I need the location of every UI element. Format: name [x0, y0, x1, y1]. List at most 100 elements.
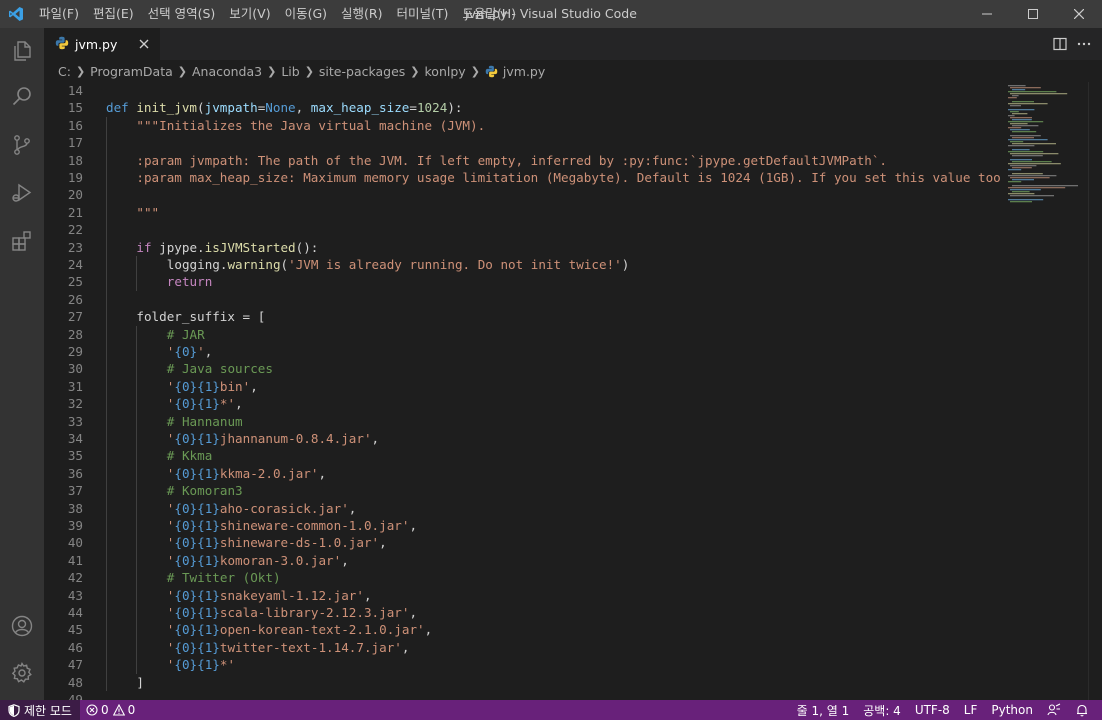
minimap-line	[1008, 139, 1048, 141]
explorer-icon[interactable]	[0, 28, 44, 74]
code-line[interactable]: 14	[44, 82, 1002, 99]
language-mode[interactable]: Python	[984, 700, 1040, 720]
menu-item[interactable]: 보기(V)	[222, 0, 277, 28]
breadcrumb-item[interactable]: jvm.py	[503, 64, 545, 79]
restricted-mode-indicator[interactable]: 제한 모드	[0, 700, 80, 720]
code-line[interactable]: 47 '{0}{1}*'	[44, 656, 1002, 674]
indent-guide	[136, 604, 138, 622]
breadcrumb-item[interactable]: Lib	[281, 64, 299, 79]
code-line[interactable]: 20	[44, 186, 1002, 204]
code-line[interactable]: 26	[44, 290, 1002, 309]
code-line[interactable]: 19:param max_heap_size: Maximum memory u…	[44, 169, 1002, 187]
code-line[interactable]: 41 '{0}{1}komoran-3.0.jar',	[44, 551, 1002, 570]
code-line[interactable]: 48]	[44, 673, 1002, 691]
code-line[interactable]: 29 '{0}',	[44, 343, 1002, 361]
code-token: {0}{1}	[174, 639, 220, 655]
code-line[interactable]: 21 """	[44, 203, 1002, 222]
menu-item[interactable]: 실행(R)	[334, 0, 389, 28]
more-actions-icon[interactable]	[1072, 32, 1096, 56]
code-line[interactable]: 38 '{0}{1}aho-corasick.jar',	[44, 499, 1002, 517]
vertical-scrollbar[interactable]	[1088, 82, 1102, 700]
code-text: # Java sources	[167, 360, 273, 377]
menu-item[interactable]: 선택 영역(S)	[141, 0, 223, 28]
menu-item[interactable]: 도움말(H)	[455, 0, 523, 28]
menu-item[interactable]: 편집(E)	[86, 0, 141, 28]
code-text: '{0}{1}twitter-text-1.14.7.jar',	[167, 639, 410, 656]
minimap-line	[1008, 151, 1044, 153]
cursor-position[interactable]: 줄 1, 열 1	[790, 700, 857, 720]
code-line[interactable]: 39 '{0}{1}shineware-common-1.0.jar',	[44, 517, 1002, 535]
maximize-button[interactable]	[1010, 0, 1056, 28]
code-token: """Initializes the Java virtual machine …	[136, 117, 486, 133]
notifications-bell-icon[interactable]	[1068, 700, 1096, 720]
code-editor[interactable]: 14 15 def init_jvm(jvmpath=None, max_heap_…	[44, 82, 1002, 700]
code-line[interactable]: 33 # Hannanum	[44, 412, 1002, 430]
code-text: """Initializes the Java virtual machine …	[136, 117, 485, 134]
menu-item[interactable]: 이동(G)	[278, 0, 334, 28]
code-line[interactable]: 37 # Komoran3	[44, 482, 1002, 500]
line-number: 26	[67, 291, 83, 307]
source-control-icon[interactable]	[0, 122, 44, 168]
code-line[interactable]: 43 '{0}{1}snakeyaml-1.12.jar',	[44, 586, 1002, 604]
code-text: folder_suffix = [	[136, 308, 265, 325]
code-line[interactable]: 15 def init_jvm(jvmpath = None, max_heap_si…	[44, 99, 1002, 116]
code-token: ,	[424, 622, 433, 638]
code-line[interactable]: 42 # Twitter (Okt)	[44, 569, 1002, 587]
code-line[interactable]: 16 """Initializes the Java virtual machin…	[44, 116, 1002, 135]
code-line[interactable]: 24 logging.warning('JVM is already runnin…	[44, 256, 1002, 274]
code-line[interactable]: 45 '{0}{1}open-korean-text-2.1.0.jar',	[44, 621, 1002, 639]
extensions-icon[interactable]	[0, 218, 44, 264]
problems-indicator[interactable]: 0 0	[80, 700, 141, 720]
code-text: '{0}{1}jhannanum-0.8.4.jar',	[167, 430, 379, 447]
feedback-icon[interactable]	[1040, 700, 1068, 720]
end-of-line[interactable]: LF	[957, 700, 985, 720]
code-text: def init_jvm(jvmpath = None, max_heap_size…	[106, 99, 462, 116]
menu-item[interactable]: 파일(F)	[32, 0, 86, 28]
breadcrumb-item[interactable]: Anaconda3	[192, 64, 262, 79]
code-line[interactable]: 34 '{0}{1}jhannanum-0.8.4.jar',	[44, 430, 1002, 448]
minimize-button[interactable]	[964, 0, 1010, 28]
code-line[interactable]: 36 '{0}{1}kkma-2.0.jar',	[44, 464, 1002, 483]
code-line[interactable]: 17	[44, 134, 1002, 152]
code-text: # Twitter (Okt)	[167, 569, 281, 586]
split-editor-icon[interactable]	[1048, 32, 1072, 56]
minimap-line	[1010, 189, 1041, 191]
menu-item[interactable]: 터미널(T)	[390, 0, 456, 28]
manage-gear-icon[interactable]	[0, 650, 44, 696]
breadcrumb-item[interactable]: site-packages	[319, 64, 405, 79]
code-line[interactable]: 35 # Kkma	[44, 447, 1002, 465]
code-line[interactable]: 49	[44, 691, 1002, 700]
accounts-icon[interactable]	[0, 603, 44, 649]
code-line[interactable]: 44 '{0}{1}scala-library-2.12.3.jar',	[44, 604, 1002, 622]
code-token: ,	[204, 344, 213, 359]
search-icon[interactable]	[0, 74, 44, 120]
code-line[interactable]: 18:param jvmpath: The path of the JVM. I…	[44, 151, 1002, 169]
status-bar: 제한 모드 0 0 줄 1, 열 1 공백: 4 UTF-8 LF Python	[0, 700, 1102, 720]
minimap[interactable]	[1002, 82, 1088, 700]
code-line[interactable]: 23 if jpype.isJVMStarted():	[44, 238, 1002, 256]
code-line[interactable]: 32 '{0}{1}*',	[44, 395, 1002, 413]
code-line[interactable]: 28 # JAR	[44, 325, 1002, 343]
breadcrumb-item[interactable]: konlpy	[425, 64, 466, 79]
line-number: 22	[67, 222, 83, 238]
code-text: logging.warning('JVM is already running.…	[167, 256, 630, 273]
code-line[interactable]: 46 '{0}{1}twitter-text-1.14.7.jar',	[44, 638, 1002, 657]
code-line[interactable]: 40 '{0}{1}shineware-ds-1.0.jar',	[44, 534, 1002, 552]
breadcrumb-item[interactable]: C:	[58, 64, 71, 79]
code-line[interactable]: 30 # Java sources	[44, 360, 1002, 378]
close-window-button[interactable]	[1056, 0, 1102, 28]
minimap-line	[1012, 101, 1034, 103]
run-debug-icon[interactable]	[0, 170, 44, 216]
line-number: 36	[67, 465, 83, 481]
encoding[interactable]: UTF-8	[908, 700, 957, 720]
code-line[interactable]: 25 return	[44, 273, 1002, 291]
code-line[interactable]: 27 folder_suffix = [	[44, 308, 1002, 326]
code-line[interactable]: 22	[44, 221, 1002, 239]
indent-guide	[106, 551, 107, 570]
code-line[interactable]: 31 '{0}{1}bin',	[44, 377, 1002, 396]
close-tab-icon[interactable]	[136, 36, 152, 52]
indentation[interactable]: 공백: 4	[856, 700, 908, 720]
tab-jvm-py[interactable]: jvm.py	[44, 28, 160, 60]
indent-guide	[106, 517, 107, 535]
breadcrumb-item[interactable]: ProgramData	[90, 64, 173, 79]
